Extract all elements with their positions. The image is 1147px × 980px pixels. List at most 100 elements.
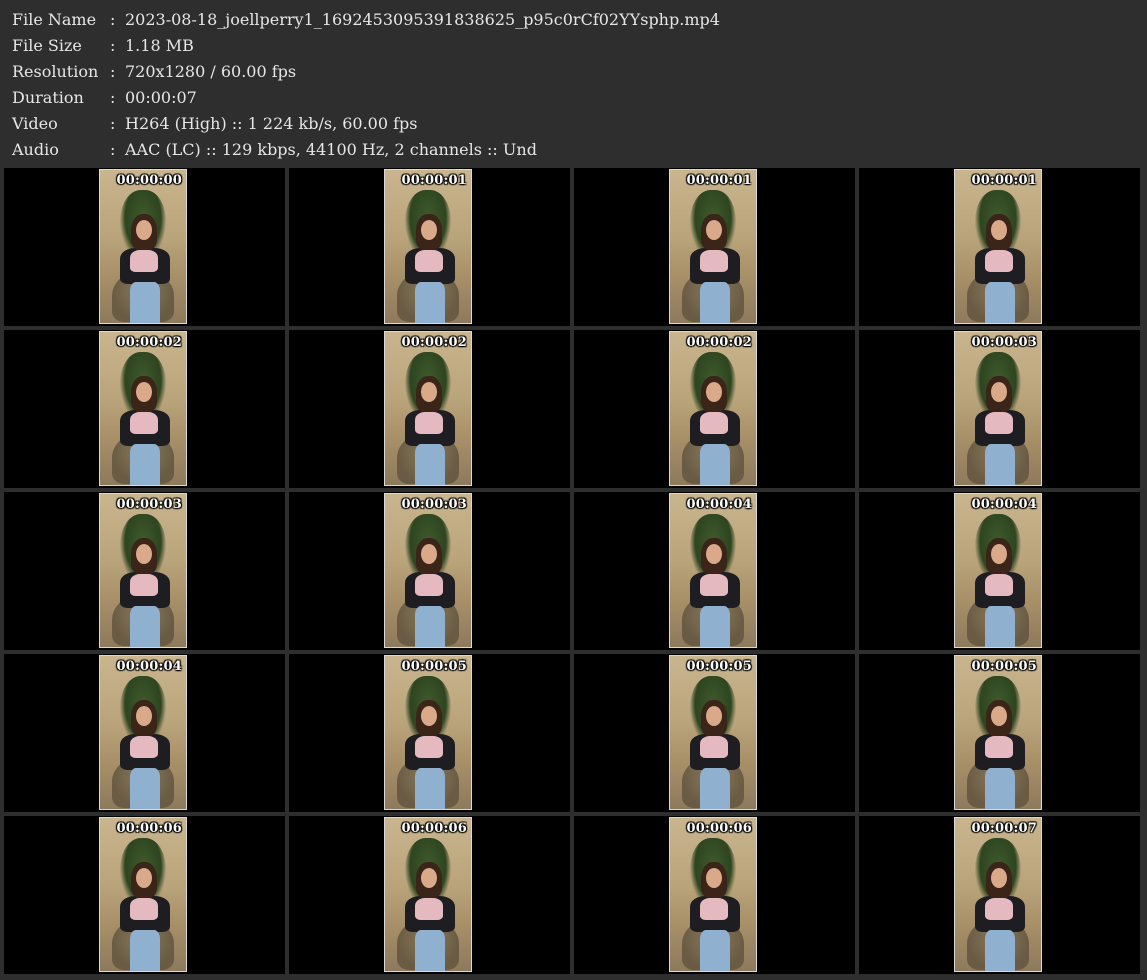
frame-timestamp: 00:00:05 (971, 659, 1037, 674)
frame-face-shape (421, 220, 437, 240)
frame-face-shape (706, 220, 722, 240)
frame-face-shape (421, 868, 437, 888)
video-frame-thumbnail: 00:00:04 (669, 493, 757, 648)
video-frame-thumbnail: 00:00:01 (669, 169, 757, 324)
frame-top-shape (700, 736, 728, 758)
frame-top-shape (415, 250, 443, 272)
thumbnail-cell[interactable]: 00:00:00 (4, 168, 285, 326)
frame-face-shape (136, 706, 152, 726)
frame-face-shape (421, 544, 437, 564)
thumbnail-cell[interactable]: 00:00:03 (859, 330, 1140, 488)
frame-top-shape (700, 412, 728, 434)
frame-jeans-shape (700, 282, 730, 323)
frame-face-shape (991, 706, 1007, 726)
info-label: Resolution (12, 62, 99, 81)
frame-top-shape (700, 250, 728, 272)
frame-face-shape (706, 868, 722, 888)
info-value: 00:00:07 (125, 88, 197, 107)
frame-jeans-shape (130, 768, 160, 809)
thumbnail-cell[interactable]: 00:00:06 (574, 816, 855, 974)
video-frame-thumbnail: 00:00:05 (954, 655, 1042, 810)
frame-top-shape (415, 736, 443, 758)
frame-jeans-shape (415, 930, 445, 971)
info-value: 2023-08-18_joellperry1_16924530953918386… (125, 10, 720, 29)
video-frame-thumbnail: 00:00:00 (99, 169, 187, 324)
video-frame-thumbnail: 00:00:03 (99, 493, 187, 648)
video-frame-thumbnail: 00:00:04 (99, 655, 187, 810)
thumbnail-cell[interactable]: 00:00:01 (859, 168, 1140, 326)
thumbnail-cell[interactable]: 00:00:03 (289, 492, 570, 650)
frame-top-shape (130, 574, 158, 596)
thumbnail-cell[interactable]: 00:00:02 (574, 330, 855, 488)
frame-top-shape (130, 898, 158, 920)
frame-timestamp: 00:00:06 (686, 821, 752, 836)
frame-timestamp: 00:00:04 (971, 497, 1037, 512)
thumbnail-cell[interactable]: 00:00:02 (289, 330, 570, 488)
frame-timestamp: 00:00:03 (116, 497, 182, 512)
frame-face-shape (136, 868, 152, 888)
frame-timestamp: 00:00:02 (686, 335, 752, 350)
frame-jeans-shape (130, 282, 160, 323)
video-frame-thumbnail: 00:00:03 (384, 493, 472, 648)
info-separator: : (110, 140, 116, 159)
frame-top-shape (415, 412, 443, 434)
frame-jeans-shape (700, 768, 730, 809)
frame-jeans-shape (985, 930, 1015, 971)
frame-jeans-shape (415, 768, 445, 809)
info-label: File Name (12, 10, 97, 29)
video-frame-thumbnail: 00:00:01 (384, 169, 472, 324)
thumbnail-cell[interactable]: 00:00:04 (859, 492, 1140, 650)
video-frame-thumbnail: 00:00:04 (954, 493, 1042, 648)
frame-jeans-shape (130, 930, 160, 971)
thumbnail-cell[interactable]: 00:00:01 (289, 168, 570, 326)
frame-face-shape (136, 220, 152, 240)
frame-face-shape (991, 220, 1007, 240)
video-frame-thumbnail: 00:00:05 (669, 655, 757, 810)
frame-face-shape (991, 544, 1007, 564)
frame-jeans-shape (415, 444, 445, 485)
thumbnail-cell[interactable]: 00:00:05 (859, 654, 1140, 812)
video-frame-thumbnail: 00:00:06 (384, 817, 472, 972)
info-separator: : (110, 36, 116, 55)
video-frame-thumbnail: 00:00:07 (954, 817, 1042, 972)
frame-top-shape (130, 736, 158, 758)
frame-face-shape (706, 706, 722, 726)
info-label: Video (12, 114, 58, 133)
frame-timestamp: 00:00:01 (971, 173, 1037, 188)
frame-timestamp: 00:00:03 (401, 497, 467, 512)
info-label: Duration (12, 88, 84, 107)
thumbnail-cell[interactable]: 00:00:07 (859, 816, 1140, 974)
video-frame-thumbnail: 00:00:06 (669, 817, 757, 972)
thumbnail-cell[interactable]: 00:00:06 (4, 816, 285, 974)
thumbnail-cell[interactable]: 00:00:02 (4, 330, 285, 488)
thumbnail-cell[interactable]: 00:00:01 (574, 168, 855, 326)
thumbnail-cell[interactable]: 00:00:03 (4, 492, 285, 650)
frame-timestamp: 00:00:06 (401, 821, 467, 836)
frame-jeans-shape (130, 606, 160, 647)
frame-face-shape (421, 382, 437, 402)
thumbnail-cell[interactable]: 00:00:06 (289, 816, 570, 974)
frame-timestamp: 00:00:04 (686, 497, 752, 512)
frame-timestamp: 00:00:02 (401, 335, 467, 350)
frame-timestamp: 00:00:01 (686, 173, 752, 188)
info-separator: : (110, 88, 116, 107)
info-separator: : (110, 114, 116, 133)
frame-jeans-shape (985, 606, 1015, 647)
info-label: File Size (12, 36, 82, 55)
frame-jeans-shape (130, 444, 160, 485)
video-frame-thumbnail: 00:00:02 (99, 331, 187, 486)
thumbnail-cell[interactable]: 00:00:04 (4, 654, 285, 812)
video-frame-thumbnail: 00:00:01 (954, 169, 1042, 324)
frame-timestamp: 00:00:04 (116, 659, 182, 674)
frame-face-shape (136, 382, 152, 402)
info-value: 720x1280 / 60.00 fps (125, 62, 297, 81)
frame-face-shape (991, 868, 1007, 888)
frame-timestamp: 00:00:07 (971, 821, 1037, 836)
info-value: 1.18 MB (125, 36, 194, 55)
frame-top-shape (415, 574, 443, 596)
thumbnail-cell[interactable]: 00:00:04 (574, 492, 855, 650)
thumbnail-cell[interactable]: 00:00:05 (574, 654, 855, 812)
frame-timestamp: 00:00:05 (401, 659, 467, 674)
thumbnail-cell[interactable]: 00:00:05 (289, 654, 570, 812)
frame-top-shape (700, 898, 728, 920)
